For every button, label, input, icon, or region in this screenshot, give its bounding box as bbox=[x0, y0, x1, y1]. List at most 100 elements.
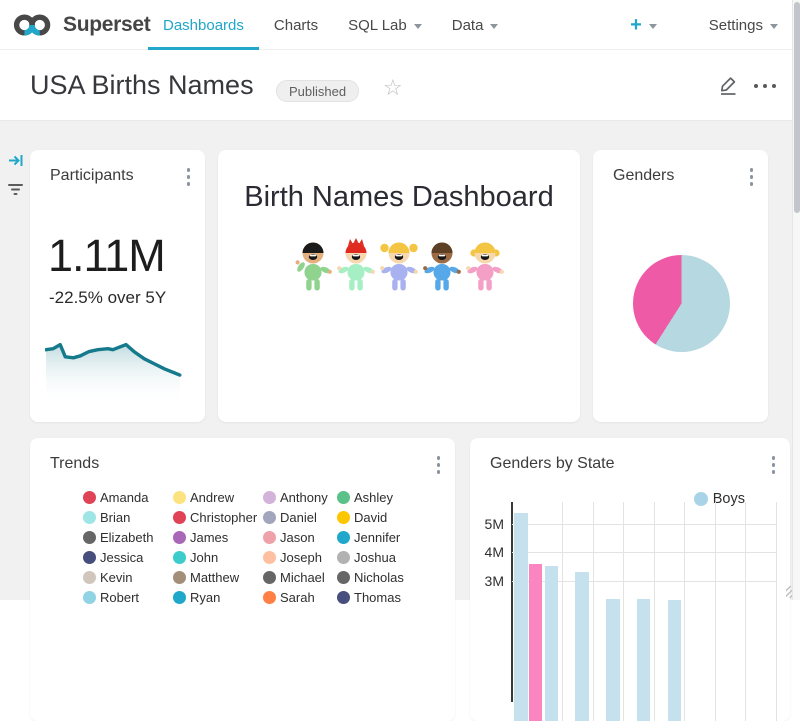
nav-item-dashboards[interactable]: Dashboards bbox=[148, 0, 259, 50]
child-mint-shirt-icon bbox=[336, 238, 376, 292]
trends-legend-item-ryan[interactable]: Ryan bbox=[173, 587, 263, 607]
settings-label: Settings bbox=[709, 17, 763, 34]
gridline bbox=[745, 502, 746, 721]
trends-legend-item-nicholas[interactable]: Nicholas bbox=[337, 567, 447, 587]
more-options-icon[interactable] bbox=[754, 84, 776, 88]
trends-legend-item-jessica[interactable]: Jessica bbox=[83, 547, 173, 567]
legend-dot bbox=[337, 531, 350, 544]
child-green-shirt-icon bbox=[293, 238, 333, 292]
trends-legend-item-joshua[interactable]: Joshua bbox=[337, 547, 447, 567]
gridline bbox=[684, 502, 685, 721]
child-blue-shirt-icon bbox=[422, 238, 462, 292]
page-scrollbar-thumb[interactable] bbox=[794, 2, 800, 213]
trends-legend-item-anthony[interactable]: Anthony bbox=[263, 487, 337, 507]
trends-legend-item-christopher[interactable]: Christopher bbox=[173, 507, 263, 527]
trends-legend-item-andrew[interactable]: Andrew bbox=[173, 487, 263, 507]
page-scrollbar-track[interactable] bbox=[792, 0, 800, 600]
legend-label: Thomas bbox=[354, 590, 401, 605]
gridline bbox=[776, 502, 777, 721]
child-periwinkle-shirt-icon bbox=[379, 238, 419, 292]
trends-legend-item-michael[interactable]: Michael bbox=[263, 567, 337, 587]
published-badge[interactable]: Published bbox=[276, 80, 359, 102]
trends-legend-item-jennifer[interactable]: Jennifer bbox=[337, 527, 447, 547]
gridline bbox=[654, 502, 655, 721]
genders-card: Genders bbox=[593, 150, 768, 422]
gridline bbox=[715, 502, 716, 721]
trends-card: Trends AmandaAndrewAnthonyAshleyBrianChr… bbox=[30, 438, 455, 721]
gridline bbox=[593, 502, 594, 721]
nav-item-sql-lab[interactable]: SQL Lab bbox=[333, 0, 437, 50]
brand-name: Superset bbox=[63, 13, 150, 37]
trends-legend-item-jason[interactable]: Jason bbox=[263, 527, 337, 547]
bar-boys[interactable] bbox=[637, 599, 651, 721]
bar-boys[interactable] bbox=[606, 599, 620, 721]
legend-dot bbox=[83, 571, 96, 584]
genders-pie-chart[interactable] bbox=[633, 255, 730, 352]
bar-boys[interactable] bbox=[575, 572, 589, 721]
plus-icon: + bbox=[630, 15, 642, 35]
legend-label: Ashley bbox=[354, 490, 393, 505]
expand-filters-icon[interactable] bbox=[8, 152, 25, 169]
trends-legend-item-ashley[interactable]: Ashley bbox=[337, 487, 447, 507]
legend-dot bbox=[337, 571, 350, 584]
legend-dot bbox=[263, 571, 276, 584]
legend-dot bbox=[263, 531, 276, 544]
legend-dot bbox=[337, 491, 350, 504]
trends-legend-item-elizabeth[interactable]: Elizabeth bbox=[83, 527, 173, 547]
new-item-button[interactable]: + bbox=[630, 15, 657, 35]
participants-card: Participants 1.11M -22.5% over 5Y bbox=[30, 150, 205, 422]
trends-legend-item-matthew[interactable]: Matthew bbox=[173, 567, 263, 587]
trends-legend-item-sarah[interactable]: Sarah bbox=[263, 587, 337, 607]
nav-item-charts[interactable]: Charts bbox=[259, 0, 333, 50]
filter-icon[interactable] bbox=[7, 182, 25, 197]
legend-dot bbox=[83, 551, 96, 564]
trends-legend-item-john[interactable]: John bbox=[173, 547, 263, 567]
kebab-menu-icon[interactable] bbox=[185, 166, 193, 188]
superset-logo[interactable]: Superset bbox=[12, 12, 150, 38]
trends-legend-item-brian[interactable]: Brian bbox=[83, 507, 173, 527]
settings-menu[interactable]: Settings bbox=[709, 17, 778, 34]
trends-legend-item-joseph[interactable]: Joseph bbox=[263, 547, 337, 567]
chevron-down-icon bbox=[414, 24, 422, 29]
legend-dot bbox=[83, 591, 96, 604]
kebab-menu-icon[interactable] bbox=[435, 454, 443, 476]
trends-legend-item-thomas[interactable]: Thomas bbox=[337, 587, 447, 607]
trends-legend-item-james[interactable]: James bbox=[173, 527, 263, 547]
chart-title: Participants bbox=[50, 167, 134, 185]
trends-legend: Amanda Andrew Anthony Ashley Brian Christophe… bbox=[83, 487, 447, 607]
legend-dot bbox=[337, 511, 350, 524]
legend-label: Ryan bbox=[190, 590, 220, 605]
legend-label: Christopher bbox=[190, 510, 257, 525]
legend-dot bbox=[337, 551, 350, 564]
bar-boys[interactable] bbox=[514, 513, 528, 721]
gridline bbox=[623, 502, 624, 721]
favorite-star-icon[interactable]: ☆ bbox=[383, 75, 403, 101]
y-axis-tick: 3M bbox=[470, 573, 504, 589]
kebab-menu-icon[interactable] bbox=[748, 166, 756, 188]
legend-label: Matthew bbox=[190, 570, 239, 585]
legend-label: Andrew bbox=[190, 490, 234, 505]
bar-boys[interactable] bbox=[545, 566, 559, 721]
gridline bbox=[512, 552, 776, 553]
legend-label: Anthony bbox=[280, 490, 328, 505]
y-axis-tick: 5M bbox=[470, 516, 504, 532]
bar-girls[interactable] bbox=[529, 564, 543, 721]
dashboard-canvas: Participants 1.11M -22.5% over 5Y Birth … bbox=[0, 121, 792, 600]
gridline bbox=[512, 524, 776, 525]
edit-pencil-icon[interactable] bbox=[718, 74, 739, 101]
legend-label: John bbox=[190, 550, 218, 565]
trends-legend-item-robert[interactable]: Robert bbox=[83, 587, 173, 607]
bar-boys[interactable] bbox=[668, 600, 682, 721]
markdown-card: Birth Names Dashboard bbox=[218, 150, 580, 422]
nav-item-label: Data bbox=[452, 17, 484, 34]
trends-legend-item-kevin[interactable]: Kevin bbox=[83, 567, 173, 587]
legend-dot bbox=[83, 531, 96, 544]
y-axis-line bbox=[511, 502, 513, 702]
nav-item-data[interactable]: Data bbox=[437, 0, 514, 50]
infinity-logo-icon bbox=[12, 12, 56, 38]
legend-label: David bbox=[354, 510, 387, 525]
trends-legend-item-david[interactable]: David bbox=[337, 507, 447, 527]
trends-legend-item-amanda[interactable]: Amanda bbox=[83, 487, 173, 507]
trends-legend-item-daniel[interactable]: Daniel bbox=[263, 507, 337, 527]
legend-dot bbox=[173, 591, 186, 604]
